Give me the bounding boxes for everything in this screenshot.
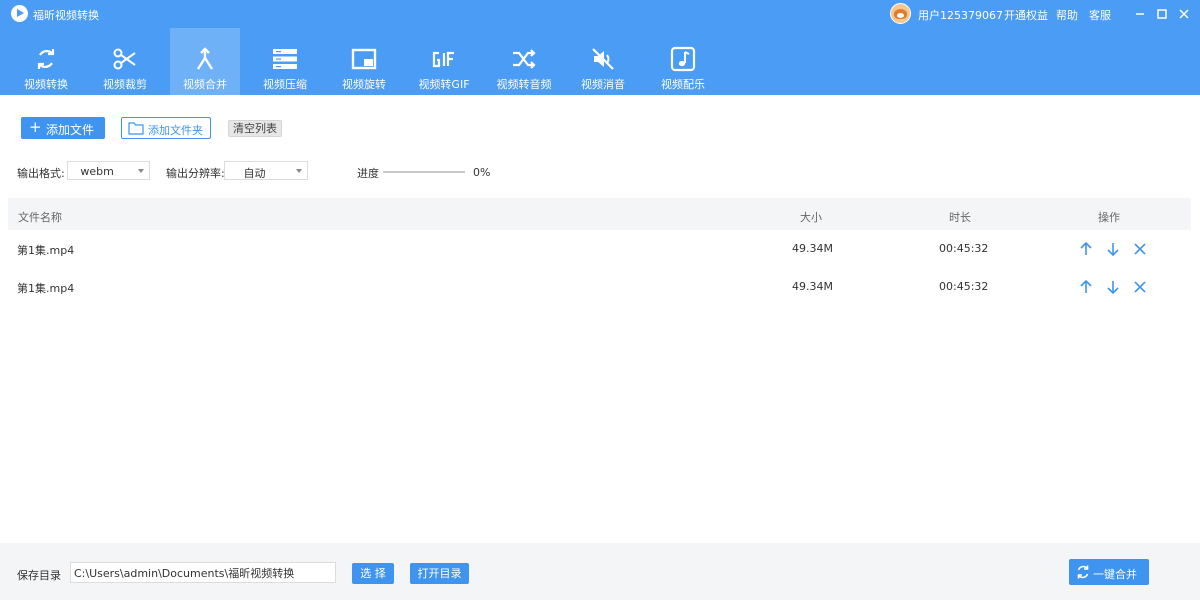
tool-label: 视频转GIF — [418, 78, 470, 91]
help-link[interactable]: 帮助 — [1056, 7, 1078, 23]
tool-label: 视频裁剪 — [103, 78, 147, 91]
maximize-icon — [1157, 9, 1167, 19]
file-duration: 00:45:32 — [939, 280, 989, 293]
upgrade-link[interactable]: 开通权益 — [1004, 7, 1048, 23]
merge-label: 一键合并 — [1093, 568, 1137, 581]
file-table-header: 文件名称 大小 时长 操作 — [8, 198, 1191, 230]
refresh-icon — [1077, 565, 1089, 579]
resolution-value: 自动 — [243, 167, 266, 180]
tool-video-convert[interactable]: 视频转换 — [11, 28, 81, 95]
format-select[interactable]: webm — [67, 161, 150, 180]
music-note-icon — [670, 46, 696, 72]
shuffle-icon — [513, 49, 536, 69]
close-button[interactable] — [1174, 4, 1194, 24]
tool-video-mute[interactable]: 视频消音 — [568, 28, 638, 95]
app-title: 福昕视频转换 — [33, 9, 99, 22]
tool-video-music[interactable]: 视频配乐 — [648, 28, 718, 95]
merge-arrows-icon — [196, 47, 214, 70]
play-logo-icon — [11, 5, 28, 22]
tool-video-merge[interactable]: 视频合并 — [170, 28, 240, 95]
service-link[interactable]: 客服 — [1089, 7, 1111, 23]
tool-label: 视频转音频 — [496, 78, 552, 91]
tool-video-compress[interactable]: 视频压缩 — [250, 28, 320, 95]
tool-label: 视频压缩 — [263, 78, 307, 91]
tool-video-rotate[interactable]: 视频旋转 — [329, 28, 399, 95]
column-header-duration: 时长 — [949, 211, 971, 224]
user-avatar[interactable] — [890, 3, 911, 24]
close-icon — [1179, 9, 1189, 19]
minimize-icon — [1136, 13, 1144, 15]
column-header-name: 文件名称 — [18, 211, 62, 224]
table-row[interactable]: 第1集.mp4 49.34M 00:45:32 — [8, 230, 1191, 268]
move-down-icon[interactable] — [1105, 279, 1121, 295]
mute-speaker-icon — [592, 48, 614, 70]
minimize-button[interactable] — [1130, 4, 1150, 24]
column-header-size: 大小 — [800, 211, 822, 224]
choose-dir-button[interactable]: 选 择 — [352, 563, 394, 584]
open-dir-button[interactable]: 打开目录 — [410, 563, 469, 584]
tool-label: 视频合并 — [183, 78, 227, 91]
move-up-icon[interactable] — [1078, 241, 1094, 257]
tool-video-gif[interactable]: 视频转GIF — [409, 28, 479, 95]
remove-icon[interactable] — [1132, 241, 1148, 257]
user-name[interactable]: 用户125379067 — [918, 7, 1003, 23]
feature-toolbar: 视频转换 视频裁剪 视频合并 视频压缩 视频旋转 视频转GIF 视频转音频 视频… — [0, 28, 1200, 95]
clear-list-button[interactable]: 清空列表 — [228, 120, 282, 137]
format-label: 输出格式: — [17, 167, 65, 180]
progress-bar — [383, 171, 465, 173]
file-size: 49.34M — [792, 280, 833, 293]
compress-icon — [273, 49, 297, 69]
gif-icon — [432, 51, 454, 68]
tool-video-cut[interactable]: 视频裁剪 — [90, 28, 160, 95]
progress-label: 进度 — [357, 167, 379, 180]
move-down-icon[interactable] — [1105, 241, 1121, 257]
merge-button[interactable]: 一键合并 — [1069, 559, 1149, 585]
rotate-screen-icon — [351, 48, 377, 70]
scissors-icon — [113, 48, 136, 70]
title-bar: 福昕视频转换 用户125379067 开通权益 帮助 客服 — [0, 0, 1200, 28]
tool-label: 视频配乐 — [661, 78, 705, 91]
tool-label: 视频消音 — [581, 78, 625, 91]
chevron-down-icon — [296, 169, 302, 173]
tool-label: 视频转换 — [24, 78, 68, 91]
folder-icon — [128, 122, 144, 135]
add-file-label: 添加文件 — [46, 123, 95, 137]
plus-icon: + — [29, 118, 42, 136]
column-header-ops: 操作 — [1098, 211, 1120, 224]
tool-label: 视频旋转 — [342, 78, 386, 91]
move-up-icon[interactable] — [1078, 279, 1094, 295]
tool-video-to-audio[interactable]: 视频转音频 — [489, 28, 559, 95]
resolution-label: 输出分辨率: — [166, 167, 225, 180]
remove-icon[interactable] — [1132, 279, 1148, 295]
resolution-select[interactable]: 自动 — [224, 161, 308, 180]
save-path-input[interactable] — [70, 562, 336, 583]
file-name: 第1集.mp4 — [17, 282, 75, 295]
add-folder-label: 添加文件夹 — [148, 124, 203, 137]
file-size: 49.34M — [792, 242, 833, 255]
save-dir-label: 保存目录 — [17, 569, 61, 582]
table-row[interactable]: 第1集.mp4 49.34M 00:45:32 — [8, 268, 1191, 306]
convert-refresh-icon — [37, 49, 55, 69]
add-folder-button[interactable]: 添加文件夹 — [121, 117, 211, 139]
progress-percent: 0% — [473, 166, 491, 179]
file-duration: 00:45:32 — [939, 242, 989, 255]
file-name: 第1集.mp4 — [17, 244, 75, 257]
maximize-button[interactable] — [1152, 4, 1172, 24]
add-file-button[interactable]: + 添加文件 — [21, 117, 105, 139]
format-value: webm — [80, 165, 114, 178]
chevron-down-icon — [138, 169, 144, 173]
